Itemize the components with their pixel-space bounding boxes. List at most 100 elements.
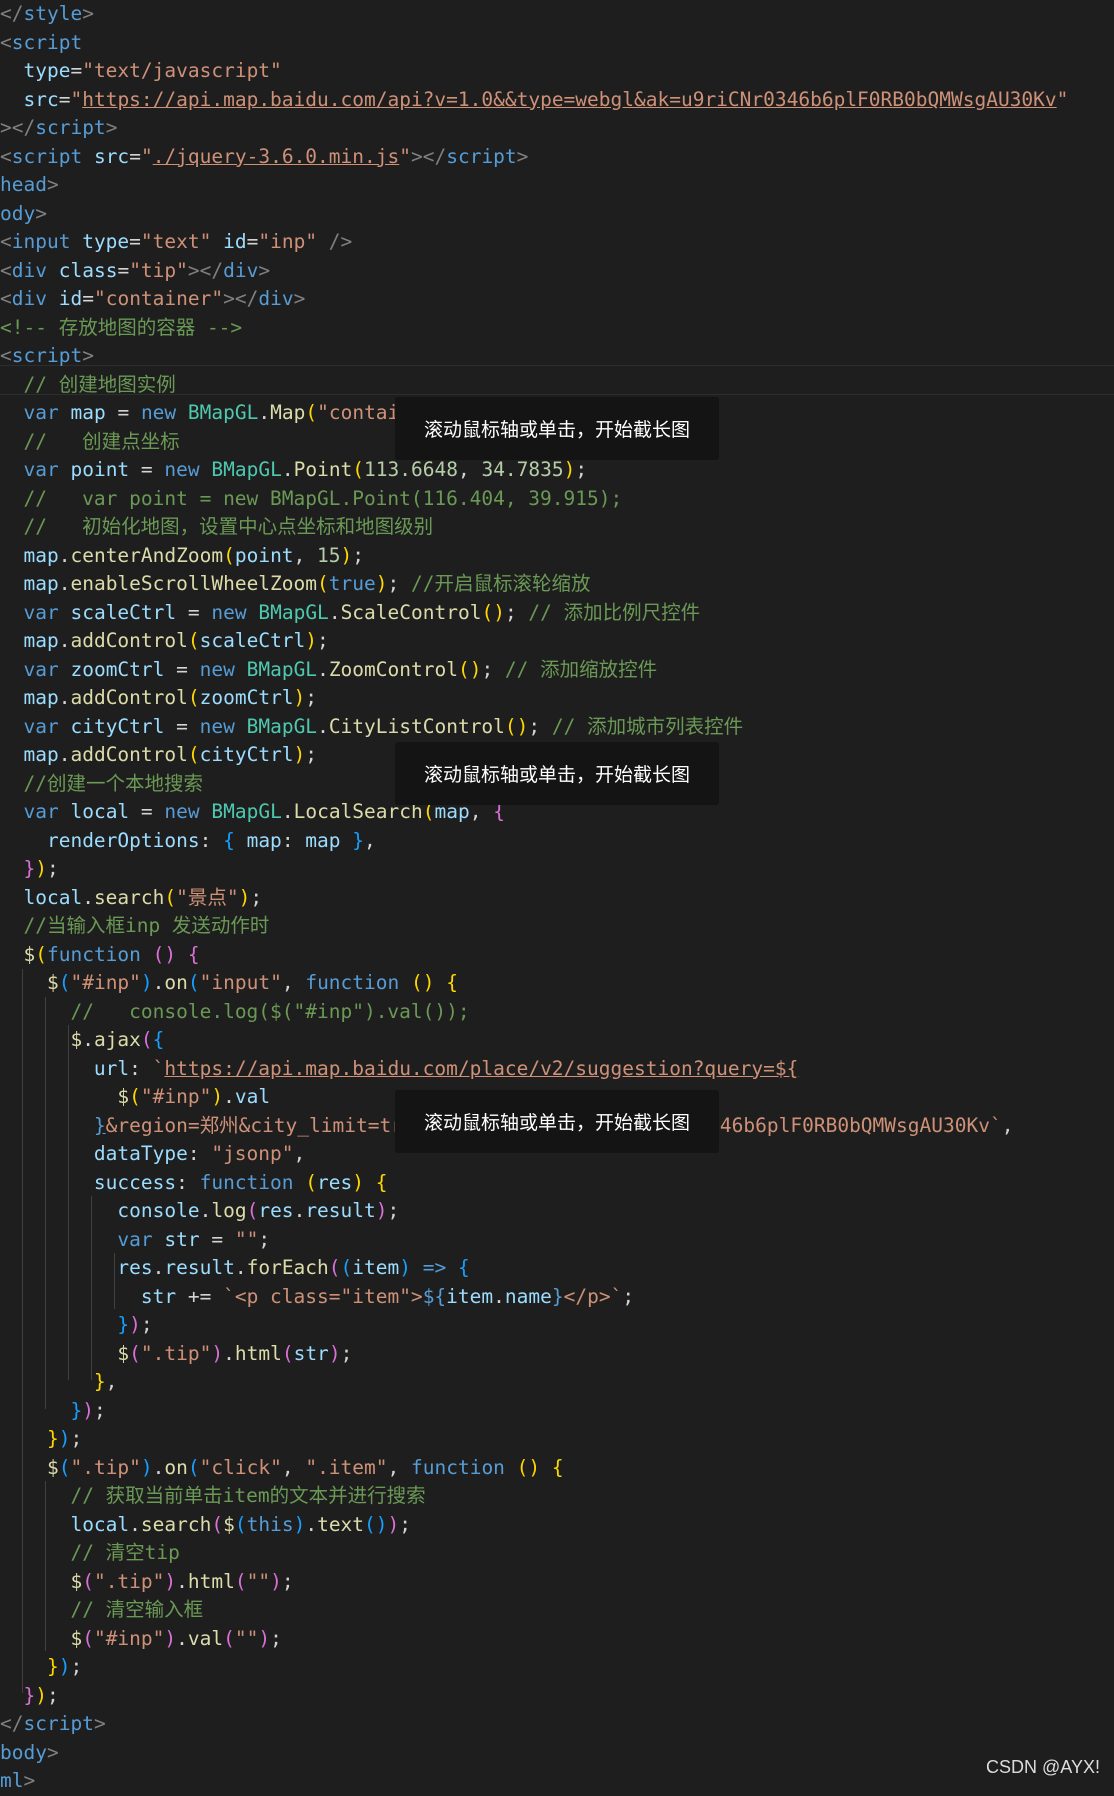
code-token: $ [23, 942, 36, 966]
code-token: ) [270, 1569, 282, 1593]
code-token: // var point = new BMapGL.Point(116.404,… [23, 486, 623, 510]
code-token: ml [0, 1769, 24, 1792]
code-token: scaleCtrl [70, 600, 177, 624]
code-token: ; [305, 743, 318, 766]
code-token: ( [223, 1626, 235, 1650]
code-token: ; [504, 600, 529, 624]
code-token[interactable]: ./jquery-3.6.0.min.js [153, 145, 400, 168]
code-line: <script [0, 29, 82, 58]
code-token: ) [328, 1341, 341, 1365]
code-token: addControl [70, 629, 188, 652]
code-token: . [305, 1512, 318, 1536]
code-token: = [164, 714, 200, 738]
code-token: $ [70, 1028, 83, 1051]
code-token: = [82, 287, 94, 310]
code-token: ) [82, 1398, 94, 1422]
code-token: function [411, 1455, 505, 1479]
code-token: ( [187, 1455, 200, 1479]
code-token: ( [234, 1512, 247, 1536]
code-token: style [23, 2, 83, 25]
code-token: name [504, 1284, 552, 1308]
code-token: ( [187, 971, 200, 994]
code-token: html [234, 1341, 282, 1365]
screenshot-hint-toast[interactable]: 滚动鼠标轴或单击，开始截长图 [395, 742, 719, 805]
code-token: . [281, 458, 294, 481]
code-token: . [258, 401, 271, 424]
code-token: id [58, 287, 83, 310]
code-token[interactable]: https://api.map.baidu.com/api?v=1.0&&typ… [82, 88, 1056, 111]
code-token: < [0, 344, 12, 367]
code-token: { [551, 1455, 564, 1479]
code-line: $("#inp").val [0, 1083, 270, 1112]
code-token: ScaleControl [340, 600, 482, 624]
code-token: ; [250, 885, 263, 909]
code-token: item [352, 1256, 400, 1279]
code-line: local.search($(this).text()); [0, 1511, 411, 1540]
code-token: map [246, 828, 282, 852]
code-token: on [164, 971, 188, 994]
indent-guide [68, 1025, 69, 1380]
code-token: ) [211, 1341, 224, 1365]
code-token: > [516, 144, 529, 168]
code-line: ody> [0, 200, 47, 229]
code-token: //当输入框inp 发送动作时 [23, 914, 270, 937]
code-token: script [11, 144, 83, 168]
code-token: } [46, 1655, 59, 1678]
code-token[interactable]: https://api.map.baidu.com/place/v2/sugge… [164, 1057, 798, 1080]
code-token: res [317, 1170, 353, 1194]
code-token: log [211, 1199, 247, 1222]
code-token: ) [340, 543, 353, 567]
code-token: zoomCtrl [199, 686, 294, 709]
code-token: ZoomControl [328, 657, 458, 681]
code-line: type="text/javascript" [0, 57, 281, 86]
code-token: } [46, 1427, 59, 1450]
code-token: > [293, 287, 306, 310]
code-line: // 清空输入框 [0, 1596, 203, 1625]
code-token: ".tip" [70, 1455, 141, 1479]
screenshot-hint-toast[interactable]: 滚动鼠标轴或单击，开始截长图 [395, 397, 719, 460]
code-editor[interactable]: </style> <script type="text/javascript" s… [0, 0, 1114, 1792]
code-token: addControl [70, 743, 188, 766]
code-token: "#inp" [70, 971, 141, 994]
code-token: = [246, 230, 259, 253]
code-token: , [281, 971, 306, 994]
code-token: ) [238, 885, 251, 909]
code-token: . [317, 657, 329, 681]
code-token: . [152, 1455, 165, 1479]
code-token: local [70, 1512, 130, 1536]
code-token: // 添加比例尺控件 [528, 600, 701, 624]
code-token: ( [58, 971, 71, 994]
code-token: . [493, 1284, 505, 1308]
code-token: > [23, 1769, 36, 1792]
code-token: { [152, 1028, 165, 1051]
code-token: ) [375, 572, 388, 595]
code-line: // 创建点坐标 [0, 428, 179, 457]
code-line: renderOptions: { map: map }, [0, 827, 376, 856]
code-token: . [234, 1256, 247, 1279]
code-token: ></ [0, 116, 36, 139]
screenshot-hint-toast[interactable]: 滚动鼠标轴或单击，开始截长图 [395, 1090, 719, 1153]
code-token: </ [0, 1712, 24, 1735]
code-token: ) [164, 1626, 177, 1650]
code-token: ajax [93, 1028, 141, 1051]
code-token: CityListControl [328, 714, 505, 738]
code-token: ) [305, 629, 318, 652]
code-token: ( [129, 1341, 141, 1365]
code-line: <div class="tip"></div> [0, 257, 270, 286]
code-token: } [93, 1113, 106, 1137]
code-line: $(function () { [0, 941, 199, 970]
code-token: new [211, 600, 247, 624]
code-token: } [70, 1398, 83, 1422]
code-line: </style> [0, 0, 94, 29]
